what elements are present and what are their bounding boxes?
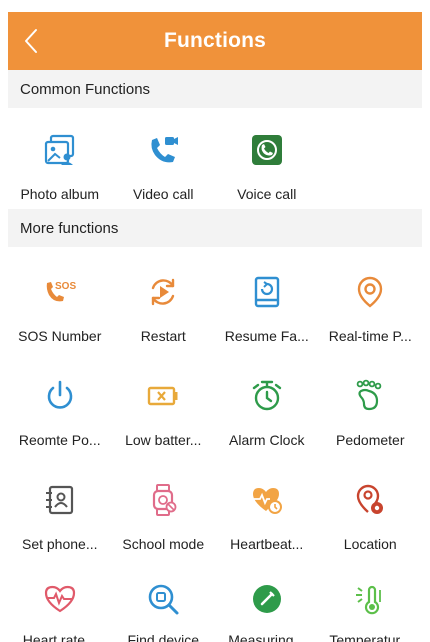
video-call-icon <box>145 132 181 168</box>
function-pedometer[interactable]: Pedometer <box>319 364 423 464</box>
nav-bar: Functions <box>8 12 422 70</box>
heart-rate-icon <box>42 582 78 616</box>
function-label: Pedometer <box>336 432 405 448</box>
function-label: Reomte Po... <box>18 432 101 448</box>
function-label: Measuring... <box>228 632 306 642</box>
function-real-time-position[interactable]: Real-time P... <box>319 260 423 360</box>
phonebook-icon <box>42 482 78 518</box>
function-label: Set phone... <box>21 536 98 552</box>
function-heart-rate[interactable]: Heart rate... <box>8 572 112 642</box>
function-school-mode[interactable]: School mode <box>112 468 216 568</box>
function-set-phonebook[interactable]: Set phone... <box>8 468 112 568</box>
function-label: Alarm Clock <box>229 432 305 448</box>
find-device-icon <box>145 582 181 616</box>
function-label: School mode <box>122 536 205 552</box>
function-label: Location <box>343 536 397 552</box>
function-label: Heartbeat... <box>230 536 304 552</box>
function-heartbeat[interactable]: Heartbeat... <box>215 468 319 568</box>
function-label: Video call <box>133 186 194 202</box>
more-functions-row: Heart rate... Find device Measuring... T… <box>8 572 422 642</box>
function-low-battery[interactable]: Low batter... <box>112 364 216 464</box>
function-label: SOS Number <box>18 328 102 344</box>
function-restart[interactable]: Restart <box>112 260 216 360</box>
function-alarm-clock[interactable]: Alarm Clock <box>215 364 319 464</box>
function-remote-power-off[interactable]: Reomte Po... <box>8 364 112 464</box>
function-video-call[interactable]: Video call <box>112 118 216 218</box>
svg-text:SOS: SOS <box>55 281 76 292</box>
thermometer-icon <box>352 582 388 616</box>
back-button[interactable] <box>22 12 62 70</box>
more-functions-row: SOS SOS Number Restart Resume Fa... Real… <box>8 260 422 360</box>
common-functions-grid: Photo album Video call Voice call <box>8 118 422 208</box>
photo-album-icon <box>42 132 78 168</box>
measuring-icon <box>249 582 285 616</box>
function-label: Temperatur... <box>329 632 412 642</box>
app-screen: Functions Common Functions Photo album V… <box>0 0 430 642</box>
function-resume-factory[interactable]: Resume Fa... <box>215 260 319 360</box>
location-settings-icon <box>352 482 388 518</box>
factory-reset-icon <box>249 274 285 310</box>
function-label: Find device <box>127 632 200 642</box>
function-sos-number[interactable]: SOS SOS Number <box>8 260 112 360</box>
function-location[interactable]: Location <box>319 468 423 568</box>
function-photo-album[interactable]: Photo album <box>8 118 112 218</box>
voice-call-icon <box>249 132 285 168</box>
function-label: Heart rate... <box>22 632 97 642</box>
page-title: Functions <box>163 29 267 52</box>
function-temperature[interactable]: Temperatur... <box>319 572 423 642</box>
restart-icon <box>145 274 181 310</box>
section-header-more: More functions <box>8 209 422 247</box>
location-pin-icon <box>352 274 388 310</box>
sos-icon: SOS <box>42 274 78 310</box>
function-label: Low batter... <box>125 432 202 448</box>
chevron-left-icon <box>25 29 37 53</box>
function-label: Resume Fa... <box>224 328 309 344</box>
more-functions-row: Set phone... School mode Heartbeat... Lo… <box>8 468 422 568</box>
function-label: Real-time P... <box>328 328 412 344</box>
function-label: Voice call <box>237 186 297 202</box>
function-label: Photo album <box>20 186 100 202</box>
heartbeat-icon <box>249 482 285 518</box>
power-icon <box>42 378 78 414</box>
more-functions-row: Reomte Po... Low batter... Alarm Clock P… <box>8 364 422 464</box>
alarm-clock-icon <box>249 378 285 414</box>
footprint-icon <box>352 378 388 414</box>
function-find-device[interactable]: Find device <box>112 572 216 642</box>
function-measuring[interactable]: Measuring... <box>215 572 319 642</box>
function-label: Restart <box>140 328 186 344</box>
section-header-common: Common Functions <box>8 70 422 108</box>
watch-icon <box>145 482 181 518</box>
function-voice-call[interactable]: Voice call <box>215 118 319 218</box>
low-battery-icon <box>145 378 181 414</box>
